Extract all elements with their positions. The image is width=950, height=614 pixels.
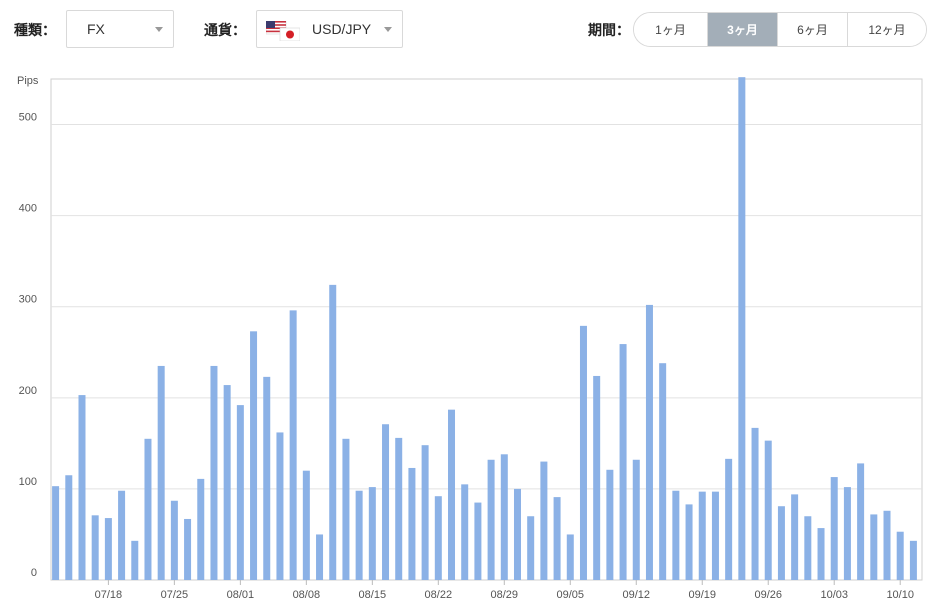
bar[interactable] <box>355 490 363 580</box>
bar[interactable] <box>210 365 218 580</box>
bar[interactable] <box>685 504 693 580</box>
bar[interactable] <box>78 395 86 580</box>
bar[interactable] <box>104 518 112 580</box>
x-tick-label: 09/12 <box>622 589 650 601</box>
bar[interactable] <box>698 491 706 580</box>
bar[interactable] <box>263 376 271 580</box>
x-tick-label: 10/10 <box>886 589 914 601</box>
x-tick-label: 09/26 <box>754 589 782 601</box>
bar[interactable] <box>316 534 324 580</box>
bar[interactable] <box>448 409 456 580</box>
bar[interactable] <box>711 491 719 580</box>
bar[interactable] <box>91 515 99 580</box>
x-tick-label: 08/22 <box>425 589 453 601</box>
bar[interactable] <box>751 427 759 580</box>
bar[interactable] <box>342 438 350 580</box>
x-tick-label: 07/18 <box>95 589 123 601</box>
y-tick-label: 500 <box>19 112 37 124</box>
pips-bar-chart: 0 100 200 300 400 500 07/18 07/25 08/01 08/08 08/… <box>17 75 923 601</box>
bar[interactable] <box>144 438 152 580</box>
bar[interactable] <box>672 490 680 580</box>
bar[interactable] <box>553 497 561 580</box>
bar[interactable] <box>223 385 231 580</box>
bar[interactable] <box>566 534 574 580</box>
y-tick-label: 400 <box>19 203 37 215</box>
bar[interactable] <box>804 516 812 580</box>
bar[interactable] <box>527 516 535 580</box>
bar[interactable] <box>131 540 139 580</box>
y-tick-label: 300 <box>19 294 37 306</box>
bar[interactable] <box>474 502 482 580</box>
bar[interactable] <box>329 284 337 580</box>
x-tick-label: 08/08 <box>293 589 321 601</box>
bar[interactable] <box>184 518 192 580</box>
bar[interactable] <box>870 514 878 580</box>
bar[interactable] <box>606 469 614 580</box>
bar[interactable] <box>395 437 403 580</box>
bar[interactable] <box>909 540 917 580</box>
bar[interactable] <box>764 440 772 580</box>
x-tick-label: 10/03 <box>820 589 848 601</box>
bar[interactable] <box>593 375 601 580</box>
bar[interactable] <box>157 365 165 580</box>
bar[interactable] <box>302 470 310 580</box>
bar[interactable] <box>65 475 73 580</box>
bar[interactable] <box>368 487 376 580</box>
bar[interactable] <box>619 344 627 580</box>
x-tick-label: 08/01 <box>227 589 255 601</box>
bar[interactable] <box>791 494 799 580</box>
x-tick-layer: 07/18 07/25 08/01 08/08 08/15 08/22 08/29 09/05… <box>95 580 914 601</box>
y-tick-layer: 0 100 200 300 400 500 <box>19 112 37 579</box>
bar[interactable] <box>817 528 825 580</box>
bar[interactable] <box>830 477 838 580</box>
bar[interactable] <box>645 304 653 580</box>
x-tick-label: 08/15 <box>359 589 387 601</box>
x-tick-label: 07/25 <box>161 589 189 601</box>
bar[interactable] <box>434 496 442 580</box>
bar[interactable] <box>487 459 495 580</box>
bar[interactable] <box>408 467 416 580</box>
bar[interactable] <box>883 510 891 580</box>
y-tick-label: 200 <box>19 385 37 397</box>
bar[interactable] <box>276 432 284 580</box>
bar[interactable] <box>170 500 178 580</box>
bar[interactable] <box>197 478 205 580</box>
x-tick-label: 09/19 <box>688 589 716 601</box>
y-tick-label: 0 <box>31 567 37 579</box>
bar[interactable] <box>382 424 390 580</box>
bar[interactable] <box>725 458 733 580</box>
bar[interactable] <box>540 461 548 580</box>
bar-layer <box>52 77 917 580</box>
bar[interactable] <box>250 331 258 580</box>
bar[interactable] <box>421 445 429 580</box>
x-tick-label: 09/05 <box>557 589 585 601</box>
bar[interactable] <box>896 531 904 580</box>
bar[interactable] <box>632 459 640 580</box>
bar[interactable] <box>579 325 587 580</box>
bar[interactable] <box>843 487 851 580</box>
y-tick-label: 100 <box>19 476 37 488</box>
bar[interactable] <box>738 77 746 580</box>
bar[interactable] <box>236 405 244 580</box>
bar[interactable] <box>513 488 521 580</box>
bar[interactable] <box>777 506 785 580</box>
bar[interactable] <box>857 463 865 580</box>
y-axis-label: Pips <box>17 75 39 87</box>
bar[interactable] <box>52 486 60 580</box>
bar[interactable] <box>289 310 297 580</box>
bar[interactable] <box>118 490 126 580</box>
x-tick-label: 08/29 <box>491 589 519 601</box>
bar[interactable] <box>461 484 469 580</box>
bar[interactable] <box>500 454 508 580</box>
bar[interactable] <box>659 363 667 580</box>
